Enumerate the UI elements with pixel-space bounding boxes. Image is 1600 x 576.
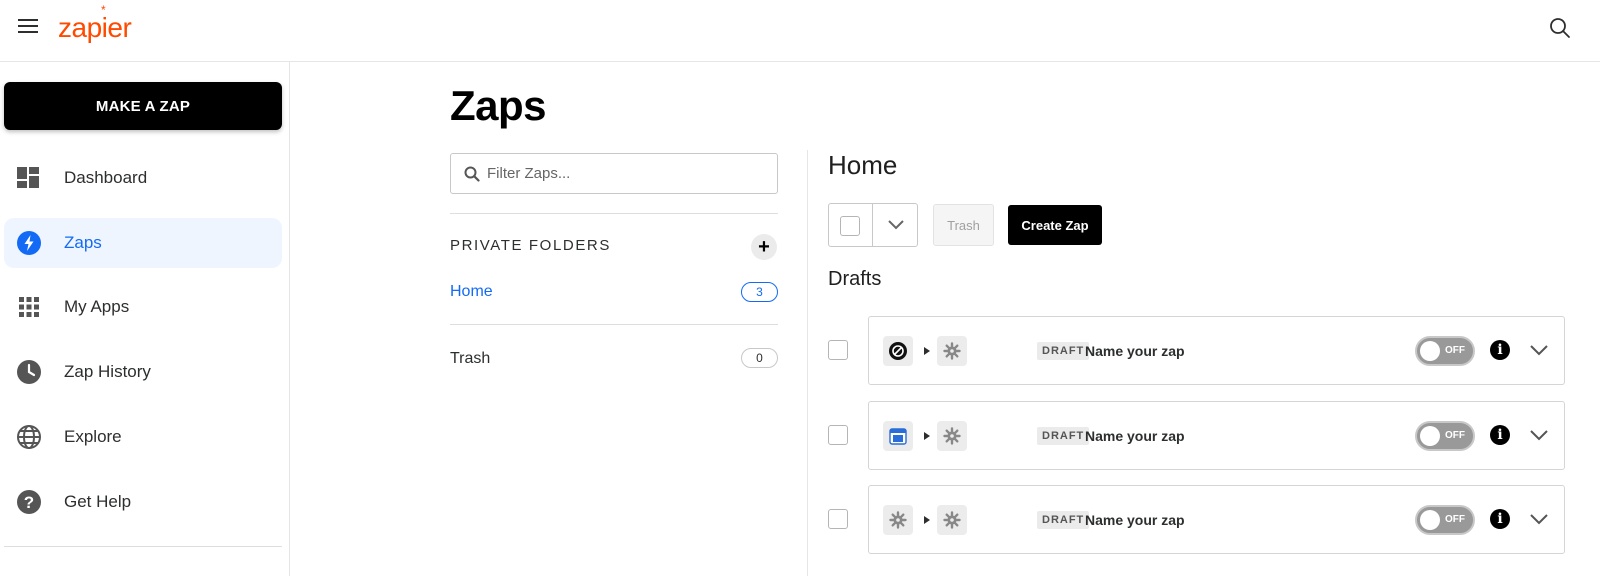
arrow-right-icon (924, 347, 930, 355)
chevron-down-icon[interactable] (1528, 508, 1550, 530)
divider (450, 324, 778, 325)
select-options-dropdown[interactable] (873, 204, 918, 246)
toggle-label: OFF (1445, 430, 1465, 441)
toggle-label: OFF (1445, 514, 1465, 525)
sidebar-item-label: My Apps (64, 297, 130, 316)
column-divider (807, 150, 808, 576)
sidebar-item-label: Get Help (64, 492, 132, 511)
page-title: Zaps (450, 82, 547, 129)
arrow-right-icon (924, 516, 930, 524)
help-icon: ? (16, 489, 42, 515)
zap-toggle[interactable]: OFF (1415, 336, 1475, 366)
divider (450, 213, 778, 214)
search-icon (464, 166, 480, 182)
drafts-heading: Drafts (828, 268, 882, 290)
toggle-knob (1420, 510, 1440, 530)
draft-badge: DRAFT (1037, 427, 1090, 445)
add-folder-button[interactable]: + (751, 234, 777, 260)
folder-title: Home (828, 150, 898, 180)
zap-name[interactable]: Name your zap (1085, 512, 1185, 528)
sidebar-item-label: Zaps (64, 233, 102, 252)
toggle-knob (1420, 341, 1440, 361)
zapier-logo[interactable]: zapier (58, 12, 132, 44)
folder-home[interactable]: Home (450, 283, 493, 301)
zap-row-checkbox[interactable] (828, 509, 848, 529)
sidebar-item-my-apps[interactable]: My Apps (4, 282, 282, 332)
gear-icon (883, 505, 913, 535)
sidebar-item-label: Dashboard (64, 168, 148, 187)
chevron-down-icon (887, 220, 904, 230)
filter-zaps-input[interactable] (487, 154, 772, 193)
logo-star-icon: * (101, 3, 106, 17)
arrow-right-icon (924, 432, 930, 440)
sidebar-item-zaps[interactable]: Zaps (4, 218, 282, 268)
gear-icon (937, 421, 967, 451)
sidebar-item-get-help[interactable]: ? Get Help (4, 477, 282, 527)
sidebar-item-dashboard[interactable]: Dashboard (4, 153, 282, 203)
zap-row-checkbox[interactable] (828, 340, 848, 360)
trash-button[interactable]: Trash (933, 204, 994, 246)
info-icon[interactable]: i (1490, 425, 1510, 445)
folder-count-badge: 0 (741, 348, 778, 368)
google-calendar-icon (883, 421, 913, 451)
filter-zaps-field[interactable] (450, 153, 778, 194)
bulk-select-control (828, 203, 918, 247)
sidebar-item-label: Explore (64, 427, 122, 446)
lightning-icon (16, 230, 42, 256)
draft-badge: DRAFT (1037, 511, 1090, 529)
gear-icon (937, 505, 967, 535)
zap-toggle[interactable]: OFF (1415, 421, 1475, 451)
globe-icon (16, 424, 42, 450)
sidebar-divider (4, 546, 282, 547)
clock-icon (16, 359, 42, 385)
private-folders-heading: PRIVATE FOLDERS (450, 237, 611, 254)
zap-toggle[interactable]: OFF (1415, 505, 1475, 535)
apps-grid-icon (16, 294, 42, 320)
sidebar-item-zap-history[interactable]: Zap History (4, 347, 282, 397)
zap-row[interactable]: DRAFT Name your zap OFF i (868, 485, 1565, 554)
create-zap-button[interactable]: Create Zap (1008, 205, 1102, 245)
zap-row[interactable]: DRAFT Name your zap OFF i (868, 401, 1565, 470)
zap-row-checkbox[interactable] (828, 425, 848, 445)
sidebar-item-label: Zap History (64, 362, 151, 381)
top-bar: zapier * (0, 0, 1600, 62)
info-icon[interactable]: i (1490, 509, 1510, 529)
make-a-zap-button[interactable]: MAKE A ZAP (4, 82, 282, 130)
toggle-label: OFF (1445, 345, 1465, 356)
chevron-down-icon[interactable] (1528, 339, 1550, 361)
dashboard-icon (16, 165, 42, 191)
zap-row[interactable]: DRAFT Name your zap OFF i (868, 316, 1565, 385)
info-icon[interactable]: i (1490, 340, 1510, 360)
gear-icon (937, 336, 967, 366)
hamburger-icon[interactable] (18, 19, 38, 35)
sidebar: MAKE A ZAP Dashboard Zaps My Apps Zap Hi… (0, 62, 290, 576)
zap-name[interactable]: Name your zap (1085, 343, 1185, 359)
search-icon[interactable] (1549, 17, 1571, 39)
zap-name[interactable]: Name your zap (1085, 428, 1185, 444)
select-all-checkbox[interactable] (840, 216, 860, 236)
sidebar-item-explore[interactable]: Explore (4, 412, 282, 462)
folder-count-badge: 3 (741, 282, 778, 302)
toggle-knob (1420, 426, 1440, 446)
draft-badge: DRAFT (1037, 342, 1090, 360)
zapier-app-icon (883, 336, 913, 366)
chevron-down-icon[interactable] (1528, 424, 1550, 446)
folder-trash[interactable]: Trash (450, 350, 490, 368)
svg-text:?: ? (24, 493, 34, 512)
